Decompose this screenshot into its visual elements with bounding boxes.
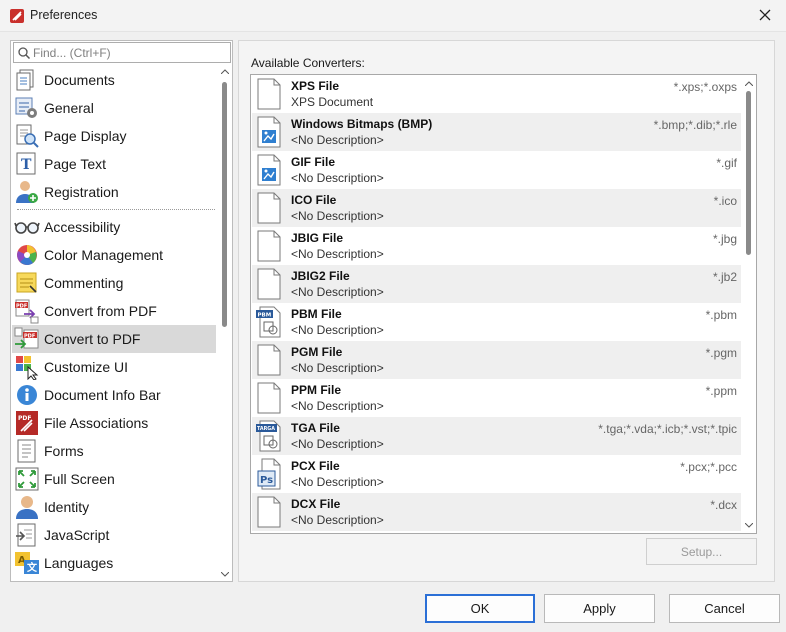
- languages-icon: A文: [14, 550, 40, 576]
- nav-item-accessibility[interactable]: Accessibility: [12, 213, 216, 241]
- converters-scrollbar[interactable]: [741, 75, 756, 533]
- nav-item-page-display[interactable]: Page Display: [12, 122, 216, 150]
- category-list: Documents General Page Display T Page Te…: [11, 65, 217, 581]
- sticky-note-icon: [14, 270, 40, 296]
- blank-file-icon: [257, 192, 281, 224]
- nav-separator: [17, 209, 215, 210]
- converter-row[interactable]: Windows Bitmaps (BMP) <No Description> *…: [252, 113, 741, 151]
- page-display-icon: [14, 123, 40, 149]
- photoshop-file-icon: Ps: [257, 458, 281, 490]
- converter-row[interactable]: TARGA TGA File <No Description> *.tga;*.…: [252, 417, 741, 455]
- converter-row[interactable]: GIF File <No Description> *.gif: [252, 151, 741, 189]
- pdf-file-association-icon: PDF: [14, 410, 40, 436]
- converter-row[interactable]: PPM File <No Description> *.ppm: [252, 379, 741, 417]
- available-converters-label: Available Converters:: [251, 56, 365, 70]
- blank-file-icon: [257, 382, 281, 414]
- settings-panel: Available Converters: XPS File XPS Docum…: [238, 40, 775, 582]
- nav-item-javascript[interactable]: JavaScript: [12, 521, 216, 549]
- nav-item-convert-to-pdf[interactable]: PDF Convert to PDF: [12, 325, 216, 353]
- image-file-icon: [257, 154, 281, 186]
- svg-text:TARGA: TARGA: [257, 426, 275, 432]
- nav-item-identity[interactable]: Identity: [12, 493, 216, 521]
- identity-user-icon: [14, 494, 40, 520]
- nav-item-color-management[interactable]: Color Management: [12, 241, 216, 269]
- blank-file-icon: [257, 268, 281, 300]
- info-icon: [14, 382, 40, 408]
- nav-item-page-text[interactable]: T Page Text: [12, 150, 216, 178]
- documents-icon: [14, 67, 40, 93]
- pbm-file-icon: PBM: [256, 306, 281, 338]
- blank-file-icon: [257, 230, 281, 262]
- category-scrollbar[interactable]: [218, 65, 231, 580]
- convert-from-pdf-icon: PDF: [14, 298, 40, 324]
- svg-text:PDF: PDF: [16, 304, 27, 310]
- search-icon: [18, 47, 31, 60]
- svg-text:PDF: PDF: [18, 415, 31, 422]
- chevron-down-icon: [744, 522, 753, 528]
- general-settings-icon: [14, 95, 40, 121]
- image-file-icon: [257, 116, 281, 148]
- scroll-thumb[interactable]: [746, 91, 751, 255]
- nav-item-forms[interactable]: Forms: [12, 437, 216, 465]
- window-title: Preferences: [30, 8, 98, 22]
- blank-file-icon: [257, 344, 281, 376]
- registration-user-icon: [14, 179, 40, 205]
- find-box[interactable]: [13, 42, 231, 63]
- page-text-icon: T: [14, 151, 40, 177]
- nav-item-convert-from-pdf[interactable]: PDF Convert from PDF: [12, 297, 216, 325]
- dialog-body: Documents General Page Display T Page Te…: [0, 32, 786, 632]
- converter-row[interactable]: PGM File <No Description> *.pgm: [252, 341, 741, 379]
- svg-text:PDF: PDF: [24, 334, 35, 340]
- nav-item-documents[interactable]: Documents: [12, 66, 216, 94]
- converter-row[interactable]: ICO File <No Description> *.ico: [252, 189, 741, 227]
- converter-row[interactable]: JBIG2 File <No Description> *.jb2: [252, 265, 741, 303]
- nav-item-document-info-bar[interactable]: Document Info Bar: [12, 381, 216, 409]
- close-button[interactable]: [744, 0, 786, 30]
- scroll-up-arrow[interactable]: [742, 77, 755, 89]
- nav-item-customize-ui[interactable]: Customize UI: [12, 353, 216, 381]
- nav-item-full-screen[interactable]: Full Screen: [12, 465, 216, 493]
- setup-button[interactable]: Setup...: [646, 538, 757, 565]
- javascript-icon: [14, 522, 40, 548]
- converter-row[interactable]: Ps PCX File <No Description> *.pcx;*.pcc: [252, 455, 741, 493]
- scroll-down-arrow[interactable]: [742, 519, 755, 531]
- converter-row[interactable]: DCX File <No Description> *.dcx: [252, 493, 741, 531]
- converters-list[interactable]: XPS File XPS Document *.xps;*.oxps Windo…: [250, 74, 757, 534]
- find-input[interactable]: [33, 44, 225, 61]
- apply-button[interactable]: Apply: [544, 594, 655, 623]
- nav-item-file-associations[interactable]: PDF File Associations: [12, 409, 216, 437]
- svg-text:Ps: Ps: [260, 475, 273, 486]
- category-panel: Documents General Page Display T Page Te…: [10, 40, 233, 582]
- svg-text:文: 文: [27, 561, 38, 574]
- scroll-down-arrow[interactable]: [218, 568, 231, 580]
- title-bar: Preferences: [0, 0, 786, 32]
- scroll-up-arrow[interactable]: [218, 65, 231, 77]
- svg-text:T: T: [21, 157, 32, 173]
- forms-icon: [14, 438, 40, 464]
- nav-item-languages[interactable]: A文 Languages: [12, 549, 216, 577]
- chevron-up-icon: [744, 80, 753, 86]
- close-icon: [759, 9, 771, 21]
- full-screen-icon: [14, 466, 40, 492]
- color-wheel-icon: [14, 242, 40, 268]
- chevron-up-icon: [220, 68, 229, 74]
- glasses-icon: [14, 214, 40, 240]
- targa-file-icon: TARGA: [256, 420, 281, 452]
- converter-row[interactable]: XPS File XPS Document *.xps;*.oxps: [252, 75, 741, 113]
- converter-row[interactable]: PBM PBM File <No Description> *.pbm: [252, 303, 741, 341]
- nav-item-commenting[interactable]: Commenting: [12, 269, 216, 297]
- nav-item-general[interactable]: General: [12, 94, 216, 122]
- scroll-thumb[interactable]: [222, 82, 227, 327]
- cancel-button[interactable]: Cancel: [669, 594, 780, 623]
- converter-row[interactable]: JBIG File <No Description> *.jbg: [252, 227, 741, 265]
- ok-button[interactable]: OK: [425, 594, 535, 623]
- convert-to-pdf-icon: PDF: [14, 326, 40, 352]
- svg-text:PBM: PBM: [258, 313, 272, 319]
- blank-file-icon: [257, 78, 281, 110]
- pdf-xchange-app-icon: [10, 9, 24, 23]
- nav-item-registration[interactable]: Registration: [12, 178, 216, 206]
- blank-file-icon: [257, 496, 281, 528]
- customize-ui-icon: [14, 354, 40, 381]
- chevron-down-icon: [220, 571, 229, 577]
